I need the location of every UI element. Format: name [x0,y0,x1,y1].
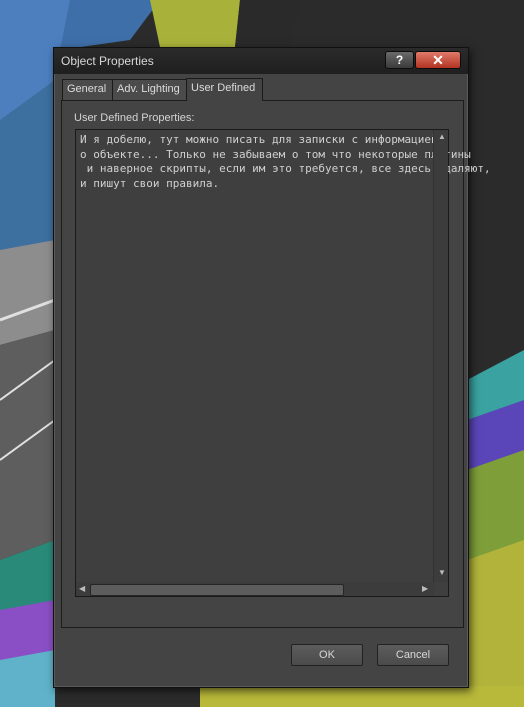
tab-user-defined[interactable]: User Defined [186,78,263,101]
user-properties-textarea[interactable]: И я добелю, тут можно писать для записки… [75,129,491,597]
help-button[interactable]: ? [385,51,414,69]
user-properties-text[interactable]: И я добелю, тут можно писать для записки… [80,133,491,573]
user-defined-panel: User Defined Properties: И я добелю, тут… [61,100,491,628]
tab-adv-lighting[interactable]: Adv. Lighting [112,79,190,100]
horizontal-scrollbar[interactable]: ◀ ▶ [76,582,434,596]
cancel-button[interactable]: Cancel [377,644,449,666]
ok-button[interactable]: OK [291,644,363,666]
scroll-down-arrow-icon[interactable]: ▼ [438,568,446,577]
scroll-left-arrow-icon[interactable]: ◀ [79,584,85,593]
tab-general[interactable]: General [62,79,114,100]
window-title: Object Properties [61,54,154,68]
title-bar[interactable]: Object Properties ? ✕ [54,48,468,74]
scroll-up-arrow-icon[interactable]: ▲ [438,132,446,141]
horizontal-scroll-thumb[interactable] [90,584,344,596]
vertical-scrollbar[interactable]: ▲ ▼ [433,130,448,582]
close-button[interactable]: ✕ [415,51,461,69]
user-defined-properties-label: User Defined Properties: [74,112,195,124]
object-properties-dialog: Object Properties ? ✕ General Adv. Light… [53,47,491,688]
scroll-right-arrow-icon[interactable]: ▶ [422,584,428,593]
